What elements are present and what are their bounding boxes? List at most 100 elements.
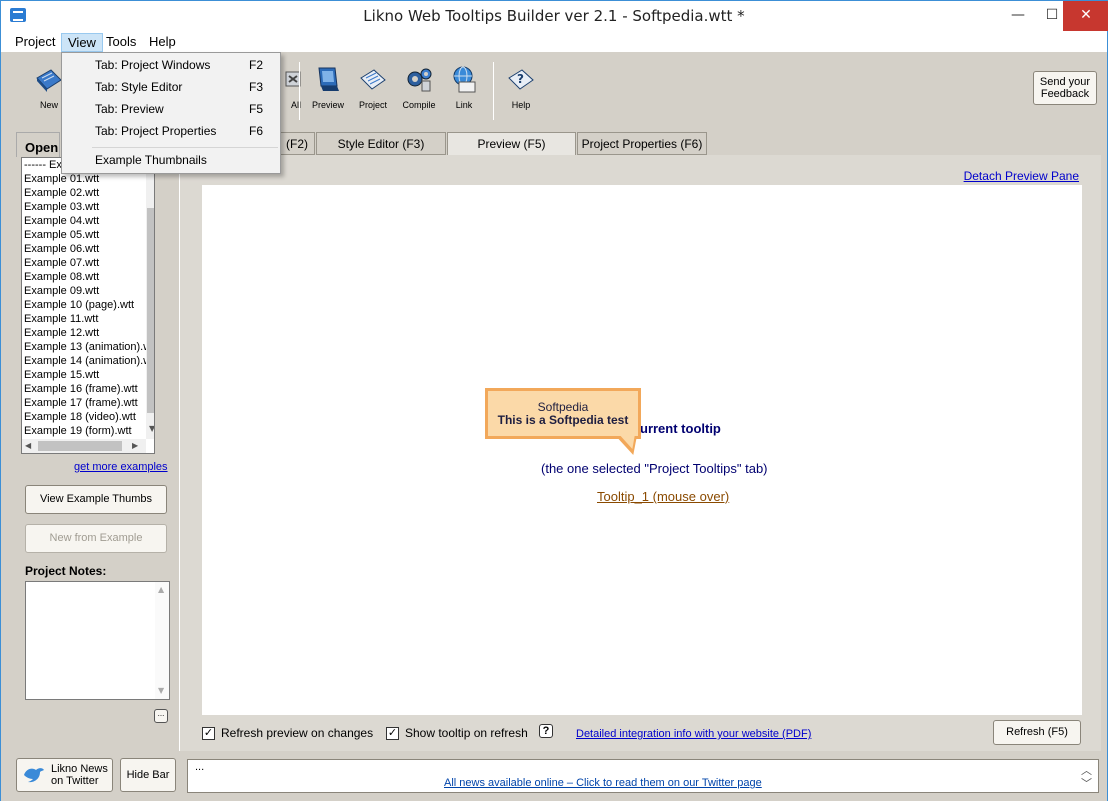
news-prefix: ... xyxy=(195,761,205,773)
help-button[interactable]: ? Help xyxy=(499,64,543,120)
help-question-icon[interactable]: ? xyxy=(539,724,553,738)
feedback-line-1: Send your xyxy=(1039,76,1091,88)
menu-item-style-editor[interactable]: Tab: Style Editor F3 xyxy=(63,76,279,98)
preview-heading: urrent tooltip xyxy=(640,421,721,436)
list-item[interactable]: Example 12.wtt xyxy=(22,326,154,340)
link-button-label: Link xyxy=(455,100,473,110)
show-tooltip-option[interactable]: ✓ Show tooltip on refresh xyxy=(386,726,528,741)
menu-tools[interactable]: Tools xyxy=(100,33,142,52)
scroll-down-arrow-icon[interactable]: ▼ xyxy=(158,686,164,695)
list-item[interactable]: Example 06.wtt xyxy=(22,242,154,256)
list-item[interactable]: Example 16 (frame).wtt xyxy=(22,382,154,396)
close-button[interactable]: ✕ xyxy=(1063,1,1108,31)
open-tab[interactable]: Open xyxy=(16,132,60,157)
menu-view[interactable]: View xyxy=(61,33,103,52)
detach-preview-pane-link[interactable]: Detach Preview Pane xyxy=(964,169,1079,183)
tooltip-popup: Softpedia This is a Softpedia test xyxy=(485,388,641,439)
tooltip-body: This is a Softpedia test xyxy=(497,413,629,427)
list-item[interactable]: Example 15.wtt xyxy=(22,368,154,382)
list-item[interactable]: Example 14 (animation).w xyxy=(22,354,154,368)
feedback-line-2: Feedback xyxy=(1040,88,1090,100)
menu-item-label: Tab: Style Editor xyxy=(95,80,183,94)
scroll-left-arrow-icon[interactable]: ◀ xyxy=(25,441,31,450)
project-notes-textarea[interactable]: ▲ ▼ xyxy=(25,581,170,700)
refresh-button[interactable]: Refresh (F5) xyxy=(993,720,1081,745)
list-item[interactable]: Example 11.wtt xyxy=(22,312,154,326)
file-list-vertical-scrollbar[interactable]: ▼ xyxy=(146,158,154,439)
list-item[interactable]: Example 04.wtt xyxy=(22,214,154,228)
tab-project-properties[interactable]: Project Properties (F6) xyxy=(577,132,707,155)
menu-help[interactable]: Help xyxy=(143,33,182,52)
scroll-up-arrow-icon[interactable]: ▲ xyxy=(158,585,164,594)
preview-icon xyxy=(318,67,339,91)
news-ticker: ... All news available online – Click to… xyxy=(187,759,1099,793)
integration-info-link[interactable]: Detailed integration info with your webs… xyxy=(576,728,811,740)
list-item[interactable]: Example 19 (form).wtt xyxy=(22,424,154,438)
menu-item-example-thumbnails[interactable]: Example Thumbnails xyxy=(63,149,279,171)
twitter-news-link[interactable]: All news available online – Click to rea… xyxy=(444,777,762,789)
compile-gear-icon xyxy=(407,68,432,92)
refresh-on-changes-option[interactable]: ✓ Refresh preview on changes xyxy=(202,726,373,741)
get-more-examples-link[interactable]: get more examples xyxy=(74,461,168,473)
preview-button[interactable]: Preview xyxy=(306,64,350,120)
project-icon xyxy=(360,69,386,90)
menu-item-shortcut: F3 xyxy=(249,80,264,94)
list-item[interactable]: Example 08.wtt xyxy=(22,270,154,284)
new-from-example-button[interactable]: New from Example xyxy=(25,524,167,553)
tab-preview[interactable]: Preview (F5) xyxy=(447,132,576,156)
scrollbar-thumb[interactable] xyxy=(147,208,154,413)
minimize-button[interactable]: — xyxy=(1001,1,1035,31)
tooltip-trigger-link[interactable]: Tooltip_1 (mouse over) xyxy=(597,489,729,504)
list-item[interactable]: Example 18 (video).wtt xyxy=(22,410,154,424)
view-menu-dropdown: Tab: Project Windows F2 Tab: Style Edito… xyxy=(61,52,281,174)
list-item[interactable]: Example 03.wtt xyxy=(22,200,154,214)
scroll-right-arrow-icon[interactable]: ▶ xyxy=(132,441,138,450)
example-file-list[interactable]: ------ Exa Example 01.wtt Example 02.wtt Ex… xyxy=(21,157,155,454)
likno-news-twitter-button[interactable]: Likno News on Twitter xyxy=(16,758,113,792)
tab-project-windows[interactable]: (F2) xyxy=(279,132,315,155)
preview-subtext: (the one selected "Project Tooltips" tab… xyxy=(541,461,768,476)
new-button-label: New xyxy=(39,100,58,110)
preview-area: urrent tooltip (the one selected "Projec… xyxy=(202,185,1082,715)
bottom-bar: Likno News on Twitter Hide Bar ... All n… xyxy=(1,754,1107,801)
svg-text:?: ? xyxy=(517,72,524,86)
menu-item-label: Tab: Project Properties xyxy=(95,124,217,138)
list-item[interactable]: Example 09.wtt xyxy=(22,284,154,298)
file-rows: ------ Exa Example 01.wtt Example 02.wtt Ex… xyxy=(22,158,154,438)
menu-item-preview[interactable]: Tab: Preview F5 xyxy=(63,98,279,120)
link-globe-icon xyxy=(453,66,476,93)
scroll-down-arrow-icon[interactable]: ▼ xyxy=(149,424,154,433)
list-item[interactable]: Example 17 (frame).wtt xyxy=(22,396,154,410)
link-button[interactable]: Link xyxy=(442,64,486,120)
list-item[interactable]: Example 01.wtt xyxy=(22,172,154,186)
menu-item-label: Tab: Project Windows xyxy=(95,58,211,72)
menu-project[interactable]: Project xyxy=(9,33,61,52)
tab-style-editor[interactable]: Style Editor (F3) xyxy=(316,132,446,155)
list-item[interactable]: Example 05.wtt xyxy=(22,228,154,242)
show-tooltip-checkbox[interactable]: ✓ xyxy=(386,727,399,741)
list-item[interactable]: Example 13 (animation).w xyxy=(22,340,154,354)
show-tooltip-label: Show tooltip on refresh xyxy=(405,726,528,740)
list-item[interactable]: Example 07.wtt xyxy=(22,256,154,270)
scrollbar-thumb[interactable] xyxy=(38,441,122,451)
refresh-on-changes-checkbox[interactable]: ✓ xyxy=(202,727,215,741)
app-window: Likno Web Tooltips Builder ver 2.1 - Sof… xyxy=(0,0,1108,801)
menu-item-project-windows[interactable]: Tab: Project Windows F2 xyxy=(63,54,279,76)
news-down-arrow-icon[interactable]: ﹀ xyxy=(1081,775,1092,791)
list-item[interactable]: Example 02.wtt xyxy=(22,186,154,200)
send-feedback-button[interactable]: Send your Feedback xyxy=(1033,71,1097,105)
toolbar-separator xyxy=(299,62,300,120)
list-item[interactable]: Example 10 (page).wtt xyxy=(22,298,154,312)
notes-scrollbar[interactable]: ▲ ▼ xyxy=(155,582,169,699)
menu-bar: Project View Tools Help xyxy=(1,31,1107,52)
new-project-icon xyxy=(36,69,62,92)
file-list-horizontal-scrollbar[interactable]: ◀ ▶ xyxy=(22,439,146,453)
hide-bar-button[interactable]: Hide Bar xyxy=(120,758,176,792)
project-button[interactable]: Project xyxy=(351,64,395,120)
notes-expand-button[interactable]: ... xyxy=(154,709,168,723)
compile-button-label: Compile xyxy=(402,100,436,110)
likno-news-line-2: on Twitter xyxy=(51,775,99,787)
view-example-thumbs-button[interactable]: View Example Thumbs xyxy=(25,485,167,514)
menu-item-project-properties[interactable]: Tab: Project Properties F6 xyxy=(63,120,279,142)
compile-button[interactable]: Compile xyxy=(397,64,441,120)
